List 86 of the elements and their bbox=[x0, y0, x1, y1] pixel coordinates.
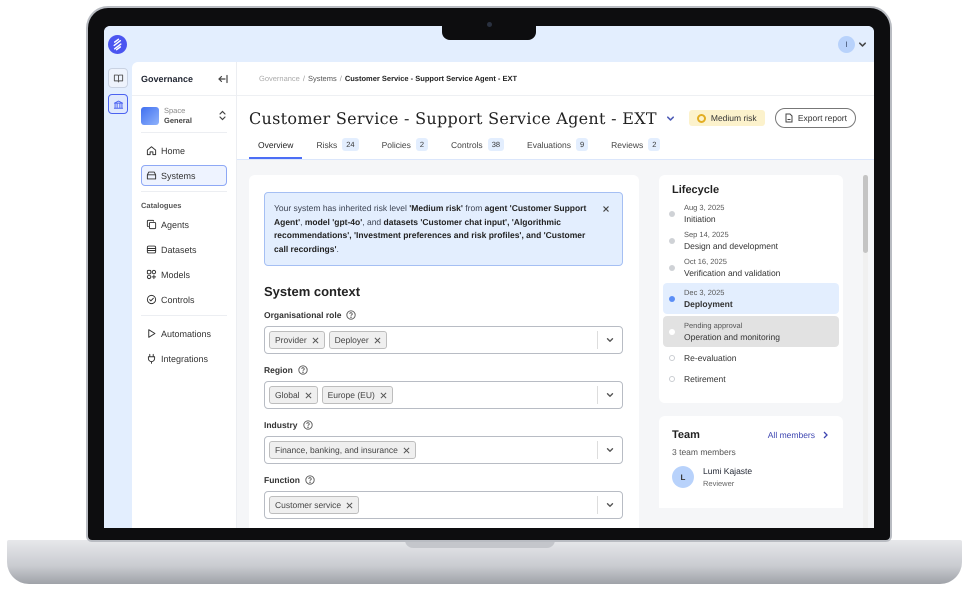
multi-select-field[interactable]: Provider Deployer bbox=[264, 326, 623, 354]
space-thumbnail bbox=[141, 106, 159, 124]
remove-icon[interactable] bbox=[402, 446, 410, 454]
multi-select-field[interactable]: Customer service bbox=[264, 491, 623, 519]
chevron-down-icon bbox=[605, 445, 615, 455]
user-avatar[interactable]: I bbox=[838, 36, 855, 52]
chevron-down-icon bbox=[605, 500, 615, 510]
timeline-dot-icon bbox=[669, 354, 675, 360]
close-icon[interactable] bbox=[602, 205, 610, 213]
nav-item[interactable]: Models bbox=[141, 264, 227, 285]
section-title: System context bbox=[264, 284, 362, 299]
expand-collapse-icon[interactable] bbox=[218, 110, 227, 121]
chevron-right-icon bbox=[822, 431, 829, 439]
card-title: Lifecycle bbox=[672, 184, 720, 196]
field-label: Organisational role bbox=[264, 310, 342, 320]
remove-icon[interactable] bbox=[304, 392, 312, 398]
field-label: Industry bbox=[264, 420, 298, 430]
member-count: 3 team members bbox=[672, 447, 737, 457]
plug-icon bbox=[146, 353, 157, 364]
remove-icon[interactable] bbox=[380, 392, 387, 398]
stage-name: Verification and validation bbox=[684, 268, 780, 278]
export-report-button[interactable]: Export report bbox=[774, 108, 856, 128]
check-circle-icon bbox=[146, 294, 157, 305]
nav-item[interactable]: Systems bbox=[141, 165, 227, 186]
home-icon bbox=[146, 145, 157, 156]
stage-name: Operation and monitoring bbox=[684, 332, 780, 342]
multi-select-field[interactable]: Finance, banking, and insurance bbox=[264, 436, 623, 464]
member-avatar: L bbox=[672, 466, 694, 488]
nav-item[interactable]: Home bbox=[141, 140, 227, 161]
multi-select-field[interactable]: Global Europe (EU) bbox=[264, 381, 623, 409]
remove-icon[interactable] bbox=[312, 336, 319, 344]
risk-label: Medium risk bbox=[710, 113, 757, 123]
help-icon[interactable] bbox=[302, 420, 313, 430]
bank-button[interactable] bbox=[108, 94, 128, 114]
timeline-dot-icon bbox=[669, 328, 675, 334]
remove-icon[interactable] bbox=[374, 336, 381, 344]
bank-icon bbox=[112, 98, 124, 110]
alert-message: Your system has inherited risk level 'Medium risk' from agent 'Customer Support Agent', model 'gpt-4o', and datasets 'Customer chat input', 'Algorithmic recommendations', 'Investment preferences and risk profiles', and 'Customer call recordings'. bbox=[274, 202, 588, 256]
stage-name: Deployment bbox=[684, 299, 733, 309]
lifecycle-stage[interactable]: Re-evaluation bbox=[663, 347, 839, 368]
shapes-icon bbox=[146, 269, 157, 280]
help-icon[interactable] bbox=[304, 475, 315, 485]
stage-name: Re-evaluation bbox=[684, 352, 736, 362]
timeline-dot-icon bbox=[669, 264, 675, 270]
chevron-down-icon bbox=[605, 335, 615, 345]
tray-icon bbox=[146, 170, 157, 181]
stage-name: Design and development bbox=[684, 241, 778, 251]
help-icon[interactable] bbox=[298, 365, 308, 375]
nav-item[interactable]: Integrations bbox=[141, 348, 227, 369]
stack-icon bbox=[146, 244, 157, 255]
timeline-dot-icon bbox=[669, 238, 675, 244]
nav-item[interactable]: Agents bbox=[141, 214, 227, 235]
copy-icon bbox=[146, 219, 157, 230]
help-icon[interactable] bbox=[346, 310, 356, 320]
sidebar-title: Governance bbox=[141, 74, 194, 84]
chevron-down-icon bbox=[605, 390, 615, 400]
book-icon bbox=[112, 72, 124, 84]
member-name: Lumi Kajaste bbox=[703, 466, 752, 476]
book-button[interactable] bbox=[108, 68, 128, 88]
all-members-link[interactable]: All members bbox=[768, 430, 829, 440]
timeline-dot-icon bbox=[669, 296, 675, 302]
scrollbar[interactable] bbox=[863, 175, 868, 528]
card-title: Team bbox=[672, 429, 700, 441]
nav-item[interactable]: Automations bbox=[141, 323, 227, 344]
selected-tag[interactable]: Global bbox=[269, 386, 318, 404]
logo-icon[interactable] bbox=[108, 34, 127, 54]
field-label: Region bbox=[264, 365, 293, 375]
lifecycle-stage[interactable]: Retirement bbox=[663, 368, 839, 389]
selected-tag[interactable]: Customer service bbox=[269, 496, 360, 514]
nav-item[interactable]: Controls bbox=[141, 289, 227, 310]
selected-tag[interactable]: Europe (EU) bbox=[322, 386, 393, 404]
selected-tag[interactable]: Provider bbox=[269, 331, 325, 349]
document-icon bbox=[784, 113, 794, 123]
stage-name: Initiation bbox=[684, 214, 717, 224]
nav-item[interactable]: Datasets bbox=[141, 239, 227, 260]
risk-dot-icon bbox=[696, 114, 706, 122]
field-label: Function bbox=[264, 475, 300, 485]
timeline-dot-icon bbox=[669, 210, 675, 216]
remove-icon[interactable] bbox=[346, 502, 354, 508]
stage-name: Retirement bbox=[684, 374, 726, 384]
play-icon bbox=[146, 328, 157, 339]
timeline-dot-icon bbox=[669, 376, 675, 382]
page-title: Customer Service - Support Service Agent - EXT bbox=[249, 108, 657, 128]
collapse-sidebar-icon[interactable] bbox=[218, 74, 228, 84]
selected-tag[interactable]: Finance, banking, and insurance bbox=[269, 441, 416, 459]
selected-tag[interactable]: Deployer bbox=[328, 331, 387, 349]
